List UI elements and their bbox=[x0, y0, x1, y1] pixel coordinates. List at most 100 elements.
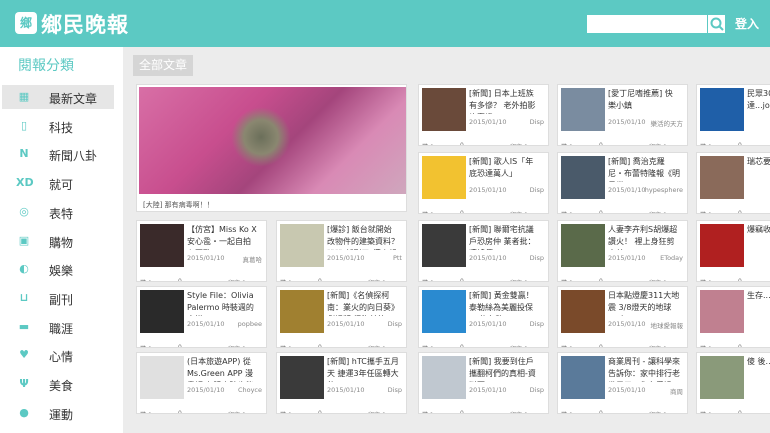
like-count[interactable]: 讚 0 bbox=[422, 278, 434, 281]
sidebar-item-11[interactable]: ● 運動 bbox=[2, 401, 114, 425]
comment-count[interactable]: 留言 0 bbox=[649, 278, 667, 281]
share-count[interactable]: 0 bbox=[178, 344, 182, 347]
like-count[interactable]: 讚 0 bbox=[700, 344, 712, 347]
share-count[interactable]: 0 bbox=[599, 142, 603, 145]
article-card[interactable]: (日本旅遊APP) 從 Ms.Green APP 漫畫認 七睡小孩也能輕鬆進入日… bbox=[136, 352, 267, 414]
like-count[interactable]: 讚 0 bbox=[140, 344, 152, 347]
share-count[interactable]: 0 bbox=[738, 210, 742, 213]
article-card[interactable]: Style File：Olivia Palermo 時裝週的穿搭 2015/01/… bbox=[136, 286, 267, 348]
share-count[interactable]: 0 bbox=[318, 344, 322, 347]
share-count[interactable]: 0 bbox=[178, 278, 182, 281]
sidebar-item-4[interactable]: ◎ 表特 bbox=[2, 200, 114, 224]
article-card[interactable]: 【仿宮】Miss Ko X 安心卺・一起自拍 心亞歌 2015/01/10 真葛哈讚… bbox=[136, 220, 267, 282]
share-count[interactable]: 0 bbox=[738, 344, 742, 347]
article-card[interactable]: [新聞] 聯爾宅抗議戶恐房仲 業者批：遭謠傳 2015/01/10 Disp 讚 0 0… bbox=[418, 220, 549, 282]
sidebar-item-7[interactable]: ⊔ 副刊 bbox=[2, 286, 114, 310]
share-count[interactable]: 0 bbox=[599, 344, 603, 347]
article-card[interactable]: 商業周刊 - 讓科學來告訴你：家中排行老幾最五 - 你有看過 2015/01/10… bbox=[557, 352, 688, 414]
like-count[interactable]: 讚 0 bbox=[280, 410, 292, 413]
comment-count[interactable]: 留言 0 bbox=[368, 278, 386, 281]
search-input[interactable] bbox=[587, 15, 707, 33]
share-count[interactable]: 0 bbox=[599, 410, 603, 413]
like-count[interactable]: 讚 0 bbox=[422, 344, 434, 347]
sidebar-item-9[interactable]: ♥ 心情 bbox=[2, 343, 114, 367]
like-count[interactable]: 讚 0 bbox=[561, 410, 573, 413]
comment-count[interactable]: 留言 0 bbox=[228, 344, 246, 347]
share-count[interactable]: 0 bbox=[178, 410, 182, 413]
comment-count[interactable]: 留言 0 bbox=[649, 410, 667, 413]
search-button[interactable] bbox=[707, 15, 725, 33]
like-count[interactable]: 讚 0 bbox=[561, 344, 573, 347]
article-card[interactable]: 瑞芯要...史... 讚 0 0 bbox=[696, 152, 770, 214]
article-card[interactable]: 日本點燈慶311大地震 3/8燈天的地球24小 2015/01/10 地球愛報報讚 … bbox=[557, 286, 688, 348]
like-count[interactable]: 讚 0 bbox=[140, 410, 152, 413]
comment-count[interactable]: 留言 0 bbox=[228, 410, 246, 413]
like-count[interactable]: 讚 0 bbox=[561, 278, 573, 281]
article-card[interactable]: [新聞]《名偵探柯南：業火的向日葵》劇場版 怪盜基德 2015/01/10 Disp… bbox=[276, 286, 407, 348]
sidebar-item-0[interactable]: ▦ 最新文章 bbox=[2, 85, 114, 109]
article-card[interactable]: 生存... 讚 0 0 bbox=[696, 286, 770, 348]
article-card[interactable]: [新聞] hTC攜手五月天 捷運3年任區轉大使 2015/01/10 Disp 讚 0… bbox=[276, 352, 407, 414]
like-count[interactable]: 讚 0 bbox=[561, 142, 573, 145]
sidebar-item-6[interactable]: ◐ 娛樂 bbox=[2, 257, 114, 281]
article-card[interactable]: [新聞] 歌人IS「年底恐達萬人」 2015/01/10 Disp 讚 0 0 留言 0 bbox=[418, 152, 549, 214]
sidebar-item-1[interactable]: ▯ 科技 bbox=[2, 114, 114, 138]
like-count[interactable]: 讚 0 bbox=[280, 344, 292, 347]
article-title: [新聞] 我要到住戶攜翻柯們的真相-資料更 bbox=[469, 357, 536, 382]
featured-article[interactable]: [大陸] 那有病毒啊！！ bbox=[136, 84, 407, 212]
article-card[interactable]: 爆竊收... 讚 0 0 bbox=[696, 220, 770, 282]
share-count[interactable]: 0 bbox=[460, 142, 464, 145]
comment-count[interactable]: 留言 0 bbox=[368, 344, 386, 347]
share-count[interactable]: 0 bbox=[460, 278, 464, 281]
comment-count[interactable]: 留言 0 bbox=[649, 142, 667, 145]
share-count[interactable]: 0 bbox=[460, 410, 464, 413]
comment-count[interactable]: 留言 0 bbox=[649, 344, 667, 347]
article-card[interactable]: [愛丁尼嗜推薦] 快樂小鎮 HappyTownResort 2015/01/10 樂… bbox=[557, 84, 688, 146]
like-count[interactable]: 讚 0 bbox=[422, 210, 434, 213]
like-count[interactable]: 讚 0 bbox=[422, 142, 434, 145]
share-count[interactable]: 0 bbox=[599, 210, 603, 213]
sidebar-item-3[interactable]: XD 就可 bbox=[2, 171, 114, 195]
share-count[interactable]: 0 bbox=[738, 142, 742, 145]
article-card[interactable]: 人妻李卉利S胡爆超讚火！ 裡上身狂剪肩美 2015/01/10 EToday 讚 0 0… bbox=[557, 220, 688, 282]
sidebar-item-2[interactable]: N 新聞八卦 bbox=[2, 142, 114, 166]
article-card[interactable]: [新聞] 日本上班族有多慘？ 老外拍影片實證 2015/01/10 Disp 讚 0 0… bbox=[418, 84, 549, 146]
comment-count[interactable]: 留言 0 bbox=[510, 278, 528, 281]
sidebar-item-8[interactable]: ▬ 職涯 bbox=[2, 315, 114, 339]
share-count[interactable]: 0 bbox=[318, 278, 322, 281]
article-card[interactable]: [新聞] 黃金雙贏！泰勒絲為美麗投保12億台幣 2015/01/10 Disp 讚 0… bbox=[418, 286, 549, 348]
share-count[interactable]: 0 bbox=[738, 278, 742, 281]
comment-count[interactable]: 留言 0 bbox=[510, 410, 528, 413]
like-count[interactable]: 讚 0 bbox=[280, 278, 292, 281]
share-count[interactable]: 0 bbox=[599, 278, 603, 281]
tab-all-articles[interactable]: 全部文章 bbox=[133, 55, 193, 76]
logo-icon[interactable]: 鄉 bbox=[15, 12, 37, 34]
like-count[interactable]: 讚 0 bbox=[700, 210, 712, 213]
like-count[interactable]: 讚 1 bbox=[422, 410, 434, 413]
comment-count[interactable]: 留言 0 bbox=[649, 210, 667, 213]
article-card[interactable]: [爆診] 飯台就開始改物件的建築資料？ 叭叭 新刑了!權小想逝碟 2015/01/… bbox=[276, 220, 407, 282]
app-title[interactable]: 鄉民晚報 bbox=[41, 9, 129, 39]
article-card[interactable]: [新聞] 喬治克羅尼・布蕾特隆報《明日世 2015/01/10hypesphere… bbox=[557, 152, 688, 214]
comment-count[interactable]: 留言 0 bbox=[228, 278, 246, 281]
comment-count[interactable]: 留言 0 bbox=[510, 210, 528, 213]
sidebar-item-10[interactable]: Ψ 美食 bbox=[2, 372, 114, 396]
like-count[interactable]: 讚 0 bbox=[700, 142, 712, 145]
sidebar-item-5[interactable]: ▣ 購物 bbox=[2, 229, 114, 253]
share-count[interactable]: 0 bbox=[318, 410, 322, 413]
article-card[interactable]: 民眾30...政表達...joke 讚 0 0 bbox=[696, 84, 770, 146]
share-count[interactable]: 0 bbox=[460, 210, 464, 213]
like-count[interactable]: 讚 0 bbox=[700, 278, 712, 281]
like-count[interactable]: 讚 0 bbox=[140, 278, 152, 281]
share-count[interactable]: 0 bbox=[460, 344, 464, 347]
comment-count[interactable]: 留言 0 bbox=[368, 410, 386, 413]
like-count[interactable]: 讚 0 bbox=[700, 410, 712, 413]
article-card[interactable]: 傻 後... 讚 0 0 bbox=[696, 352, 770, 414]
article-card[interactable]: [新聞] 我要到住戶攜翻柯們的真相-資料更 2015/01/10 Disp 讚 1 0 留… bbox=[418, 352, 549, 414]
comment-count[interactable]: 留言 0 bbox=[510, 142, 528, 145]
comment-count[interactable]: 留言 0 bbox=[510, 344, 528, 347]
login-button[interactable]: 登入 bbox=[735, 15, 759, 32]
share-count[interactable]: 0 bbox=[738, 410, 742, 413]
article-date: 2015/01/10 bbox=[469, 320, 507, 328]
like-count[interactable]: 讚 0 bbox=[561, 210, 573, 213]
